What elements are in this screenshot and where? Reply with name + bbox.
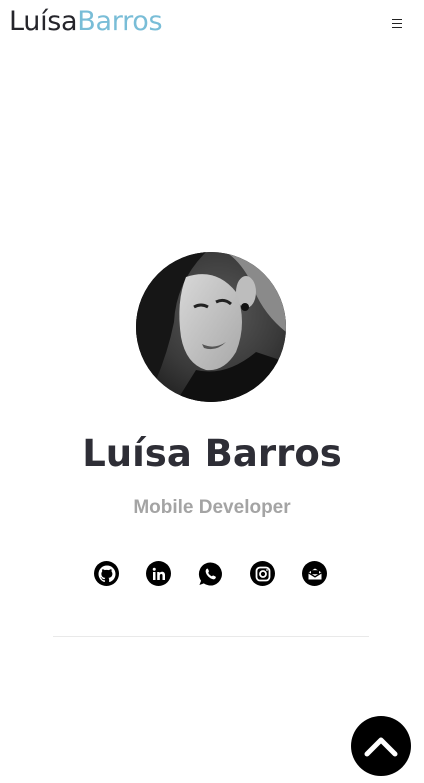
whatsapp-icon [198, 561, 222, 586]
navbar: LuísaBarros [0, 0, 424, 44]
profile-name: Luísa Barros [82, 432, 342, 475]
whatsapp-link[interactable] [198, 561, 223, 586]
github-icon [98, 565, 115, 582]
instagram-icon [255, 566, 270, 581]
profile-avatar [136, 252, 286, 402]
profile-photo [136, 252, 286, 402]
github-link[interactable] [94, 561, 119, 586]
envelope-icon [307, 568, 322, 579]
chevron-up-icon [364, 737, 398, 757]
linkedin-icon [152, 567, 165, 580]
email-link[interactable] [302, 561, 327, 586]
brand-last-name: Barros [77, 6, 163, 37]
section-divider [53, 636, 369, 637]
page: LuísaBarros Luísa Barros Mobile Develope… [0, 0, 424, 783]
brand-first-name: Luísa [9, 6, 78, 37]
scroll-to-top-button[interactable] [351, 716, 411, 776]
linkedin-link[interactable] [146, 561, 171, 586]
hamburger-menu-icon [392, 18, 402, 29]
brand-logo[interactable]: LuísaBarros [9, 4, 163, 40]
social-links [0, 561, 424, 587]
profile-role: Mobile Developer [133, 497, 291, 518]
menu-toggle-button[interactable] [387, 14, 407, 32]
instagram-link[interactable] [250, 561, 275, 586]
